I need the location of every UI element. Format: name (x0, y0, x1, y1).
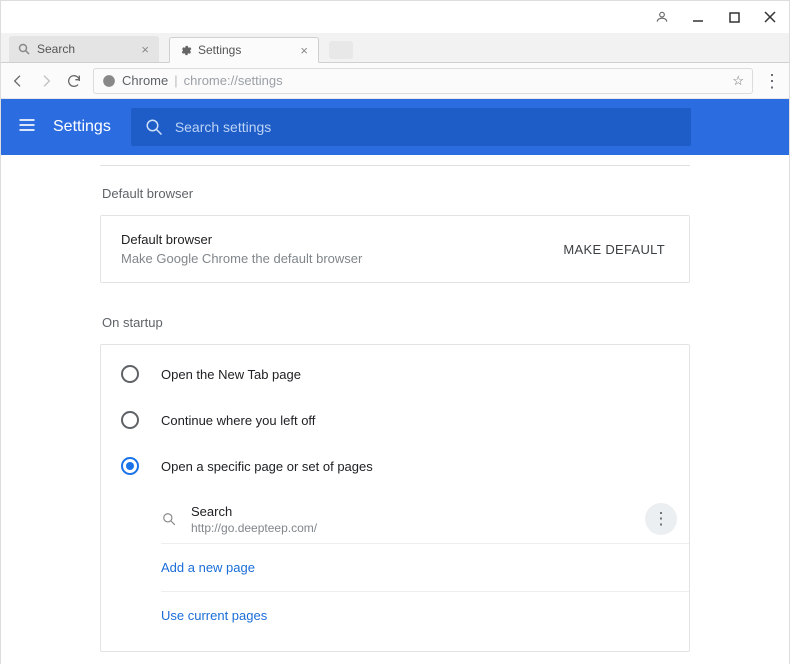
on-startup-card: Open the New Tab page Continue where you… (100, 344, 690, 652)
search-icon (145, 118, 163, 136)
window-controls (1, 1, 789, 33)
use-current-pages-link[interactable]: Use current pages (161, 592, 689, 639)
tab-strip: Search × Settings × (1, 33, 789, 63)
search-input[interactable] (175, 119, 677, 135)
startup-option-continue[interactable]: Continue where you left off (101, 397, 689, 443)
startup-option-newtab[interactable]: Open the New Tab page (101, 351, 689, 397)
page-url: http://go.deepteep.com/ (191, 521, 631, 535)
advanced-toggle[interactable]: Advanced ▼ (100, 652, 690, 665)
page-title: Settings (53, 118, 111, 136)
new-tab-button[interactable] (329, 41, 353, 59)
section-label-default-browser: Default browser (102, 186, 690, 201)
radio-icon[interactable] (121, 365, 139, 383)
back-button[interactable] (9, 72, 27, 90)
close-button[interactable] (763, 10, 777, 24)
reload-button[interactable] (65, 72, 83, 90)
tab-label: Search (37, 42, 75, 56)
startup-page-row: Search http://go.deepteep.com/ ⋮ (161, 495, 689, 544)
bookmark-icon[interactable]: ☆ (732, 73, 744, 89)
option-label: Open the New Tab page (161, 367, 301, 382)
tab-label: Settings (198, 43, 241, 57)
content-area: Default browser Default browser Make Goo… (1, 155, 789, 665)
default-browser-subtitle: Make Google Chrome the default browser (121, 251, 362, 266)
startup-option-specific-pages[interactable]: Open a specific page or set of pages (101, 443, 689, 489)
gear-icon (178, 43, 192, 57)
search-icon (17, 42, 31, 56)
default-browser-card: Default browser Make Google Chrome the d… (100, 215, 690, 283)
radio-icon[interactable] (121, 457, 139, 475)
settings-header: Settings (1, 99, 789, 155)
menu-icon[interactable] (17, 115, 37, 140)
minimize-button[interactable] (691, 10, 705, 24)
address-bar[interactable]: Chrome | chrome://settings ☆ (93, 68, 753, 94)
option-label: Open a specific page or set of pages (161, 459, 373, 474)
radio-icon[interactable] (121, 411, 139, 429)
forward-button[interactable] (37, 72, 55, 90)
url-scheme: Chrome (122, 73, 168, 88)
search-icon (161, 511, 177, 527)
page-name: Search (191, 504, 631, 519)
maximize-button[interactable] (727, 10, 741, 24)
settings-search[interactable] (131, 108, 691, 146)
page-more-button[interactable]: ⋮ (645, 503, 677, 535)
close-icon[interactable]: × (139, 42, 151, 57)
url-text: chrome://settings (184, 73, 727, 88)
tab-settings[interactable]: Settings × (169, 37, 319, 63)
tab-search[interactable]: Search × (9, 36, 159, 62)
close-icon[interactable]: × (298, 43, 310, 58)
add-new-page-link[interactable]: Add a new page (161, 544, 689, 592)
account-icon[interactable] (655, 10, 669, 24)
toolbar: Chrome | chrome://settings ☆ ⋮ (1, 63, 789, 99)
chrome-icon (102, 74, 116, 88)
make-default-button[interactable]: MAKE DEFAULT (559, 234, 669, 265)
option-label: Continue where you left off (161, 413, 315, 428)
section-label-on-startup: On startup (102, 315, 690, 330)
default-browser-title: Default browser (121, 232, 362, 247)
